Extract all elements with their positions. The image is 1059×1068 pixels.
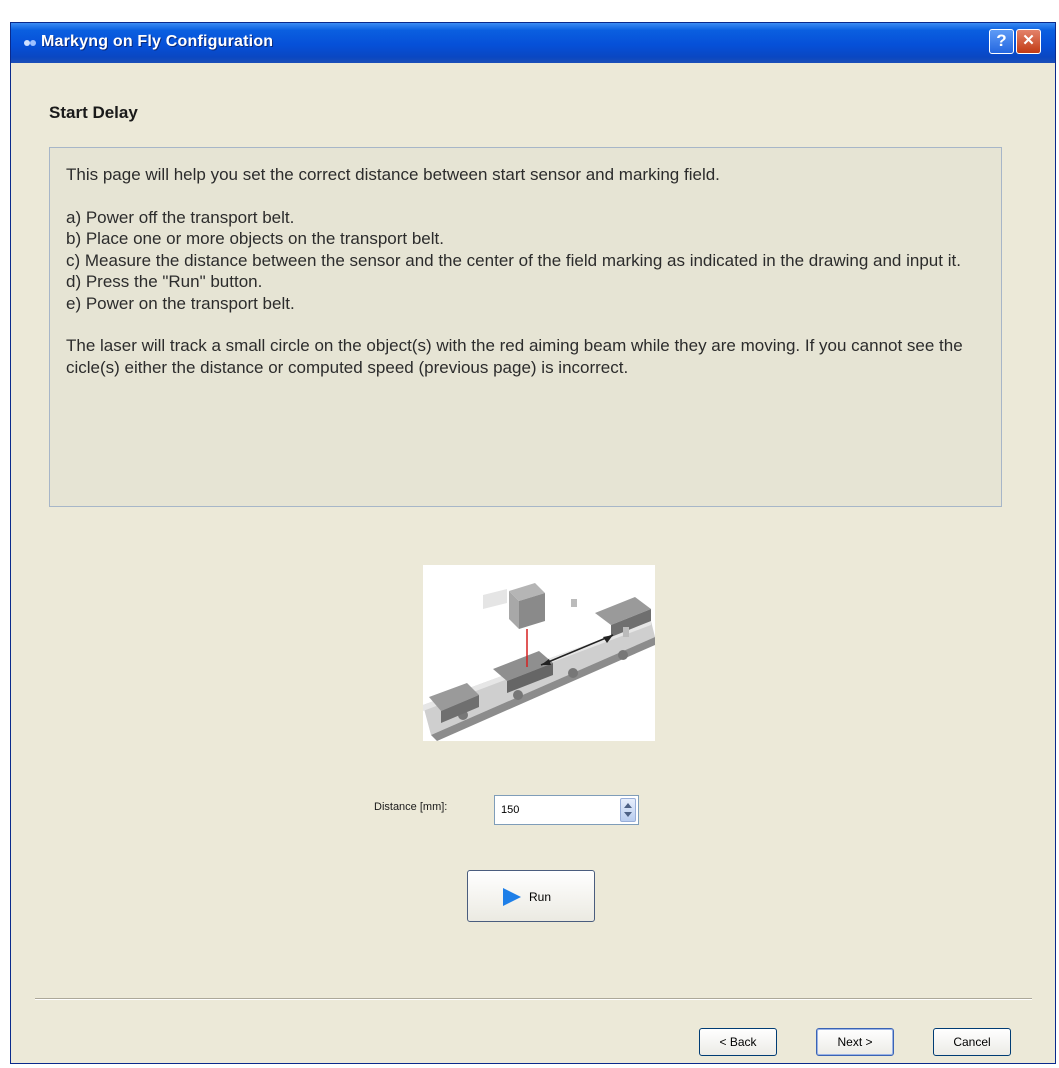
steps-list: a) Power off the transport belt. b) Plac… xyxy=(66,207,985,315)
window-title: Markyng on Fly Configuration xyxy=(41,33,274,50)
distance-input[interactable]: 150 xyxy=(494,795,639,825)
distance-label: Distance [mm]: xyxy=(374,801,448,813)
help-icon: ? xyxy=(996,31,1007,50)
wizard-window: Markyng on Fly Configuration ? ✕ Start D… xyxy=(10,22,1056,1064)
next-button[interactable]: Next > xyxy=(816,1028,894,1056)
spinner-arrows-icon[interactable] xyxy=(620,798,636,822)
page-title: Start Delay xyxy=(49,103,138,122)
distance-value[interactable]: 150 xyxy=(501,804,519,816)
note-text: The laser will track a small circle on t… xyxy=(66,336,963,377)
back-button[interactable]: < Back xyxy=(699,1028,777,1056)
step-item: d) Press the "Run" button. xyxy=(66,272,263,291)
cancel-button[interactable]: Cancel xyxy=(933,1028,1011,1056)
step-item: e) Power on the transport belt. xyxy=(66,293,295,313)
conveyor-illustration xyxy=(423,565,655,741)
laser-app-icon xyxy=(24,40,36,46)
instructions-panel: This page will help you set the correct … xyxy=(49,147,1002,507)
spinner-down-icon[interactable] xyxy=(624,812,632,817)
close-button[interactable]: ✕ xyxy=(1016,29,1041,54)
footer-divider xyxy=(35,998,1032,1000)
play-icon xyxy=(503,888,521,906)
spinner-up-icon[interactable] xyxy=(624,803,632,808)
step-item: c) Measure the distance between the sens… xyxy=(66,250,961,270)
run-button[interactable]: Run xyxy=(467,870,595,922)
help-button[interactable]: ? xyxy=(989,29,1014,54)
step-item: b) Place one or more objects on the tran… xyxy=(66,229,444,248)
step-item: a) Power off the transport belt. xyxy=(66,207,295,227)
intro-text: This page will help you set the correct … xyxy=(66,165,720,184)
close-icon: ✕ xyxy=(1022,32,1035,49)
run-label: Run xyxy=(529,890,552,904)
title-bar[interactable]: Markyng on Fly Configuration ? ✕ xyxy=(11,23,1055,63)
